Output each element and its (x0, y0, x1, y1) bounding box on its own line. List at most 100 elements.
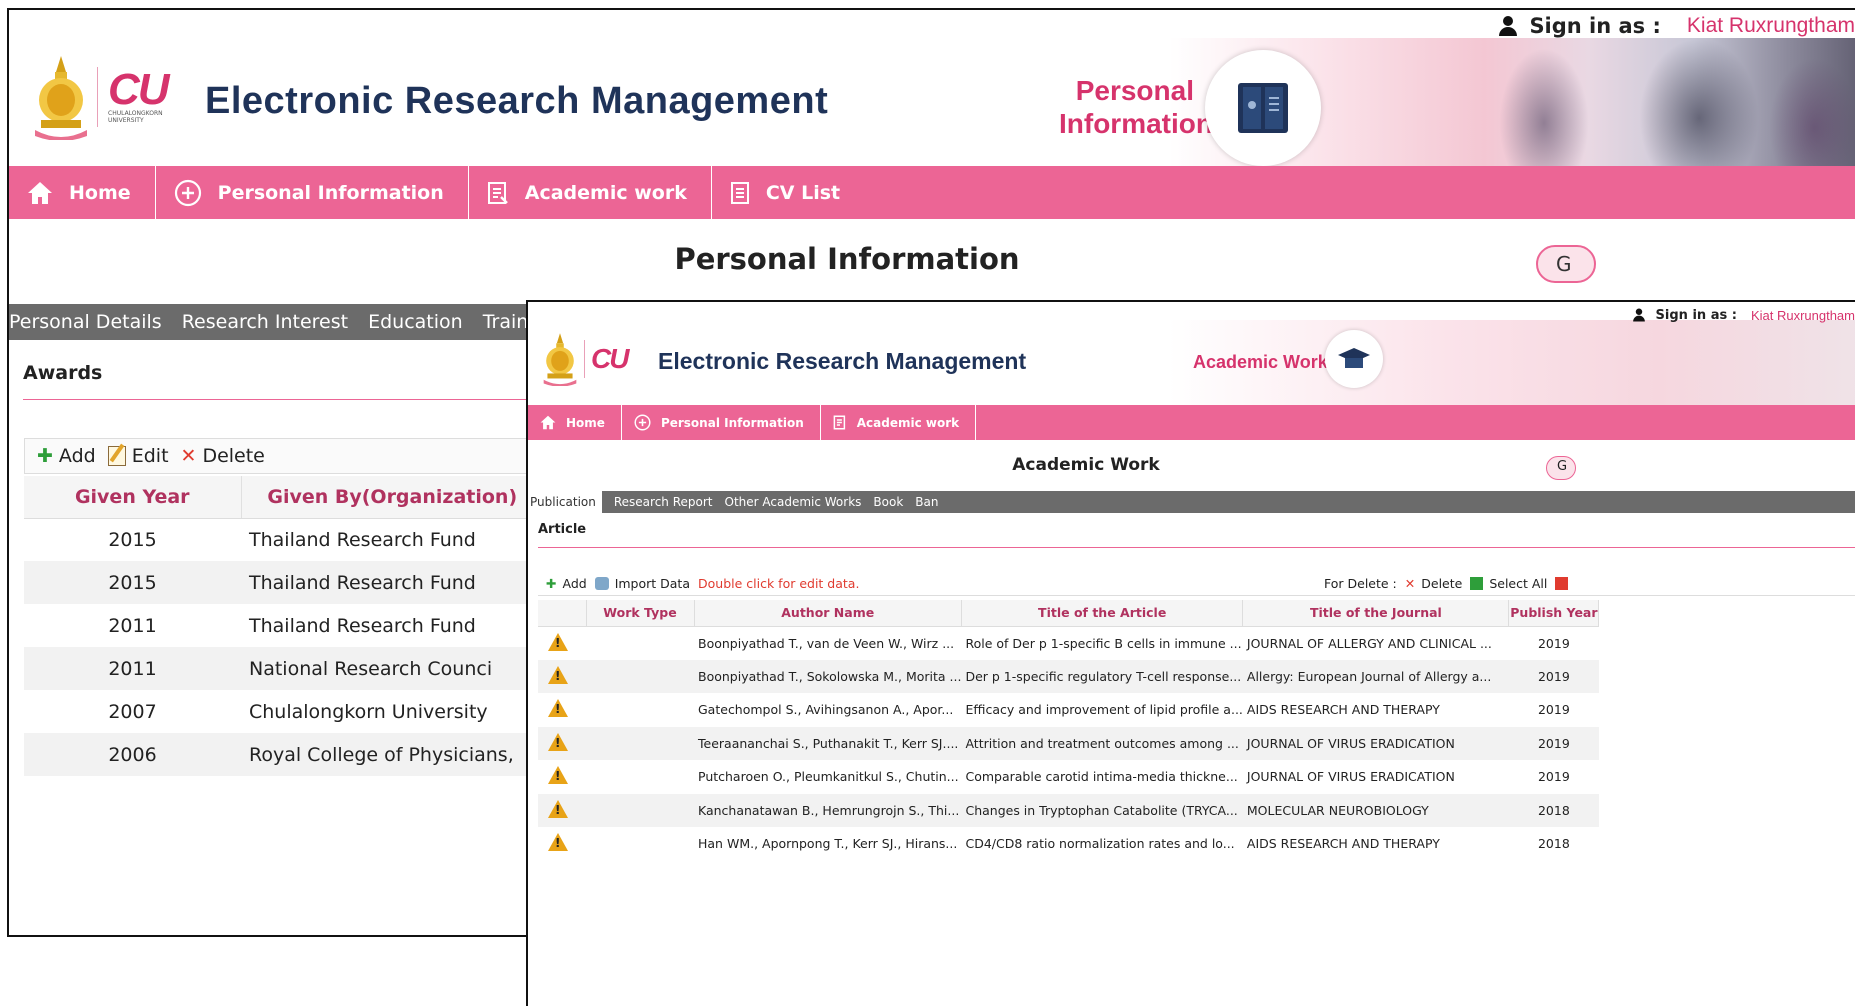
table-row[interactable]: 2006 Royal College of Physicians, (24, 733, 544, 776)
cell-journal: AIDS RESEARCH AND THERAPY (1246, 836, 1440, 852)
column-header-article-title[interactable]: Title of the Article (961, 600, 1244, 627)
cell-journal: MOLECULAR NEUROBIOLOGY (1242, 793, 1509, 827)
add-button[interactable]: ✚ Add (546, 576, 587, 591)
cell-year: 2006 (24, 733, 241, 776)
cell-organization: Thailand Research Fund (249, 528, 476, 551)
warning-icon (548, 632, 568, 651)
university-logo[interactable]: CU (542, 332, 629, 386)
app-title: Electronic Research Management (658, 348, 1027, 374)
tab-publication[interactable]: Publication (528, 491, 602, 513)
cu-logo-text: CU (591, 343, 629, 374)
nav-academic-work[interactable]: Academic work (469, 166, 712, 219)
warning-icon (548, 833, 568, 852)
cell-year: 2019 (1508, 659, 1599, 693)
warning-icon (548, 799, 568, 818)
nav-academic-work-label: Academic work (856, 415, 960, 430)
column-header-author-name[interactable]: Author Name (694, 600, 962, 627)
warning-icon (548, 766, 568, 785)
articles-table: Work Type Author Name Title of the Artic… (538, 600, 1600, 861)
cell-year: 2015 (108, 528, 157, 551)
table-row[interactable]: Kanchanatawan B., Hemrungrojn S., Thi...… (538, 793, 1599, 827)
nav-home[interactable]: Home (528, 405, 622, 440)
home-icon (28, 181, 52, 204)
column-header-publish-year[interactable]: Publish Year (1508, 600, 1600, 627)
document-icon (487, 181, 508, 204)
cell-work-type (586, 693, 694, 727)
cell-year: 2019 (1537, 769, 1570, 785)
table-row[interactable]: 2015 Thailand Research Fund (24, 518, 544, 561)
column-header-work-type[interactable]: Work Type (586, 600, 695, 627)
banner-label-line2: Information (1059, 108, 1213, 139)
cell-journal: JOURNAL OF VIRUS ERADICATION (1242, 726, 1509, 760)
tab-research-interest[interactable]: Research Interest (182, 311, 348, 333)
table-row[interactable]: Teeraananchai S., Puthanakit T., Kerr SJ… (538, 726, 1599, 760)
table-row[interactable]: Boonpiyathad T., Sokolowska M., Morita .… (538, 659, 1599, 693)
status-cell (538, 693, 586, 727)
university-name: CHULALONGKORN UNIVERSITY (108, 110, 163, 124)
section-title: Article (538, 522, 587, 537)
cell-organization: Thailand Research Fund (241, 561, 544, 604)
import-label: Import Data (614, 576, 690, 591)
tab-education[interactable]: Education (368, 311, 463, 333)
table-row[interactable]: 2011 Thailand Research Fund (24, 604, 544, 647)
nav-academic-work[interactable]: Academic work (821, 405, 977, 440)
tab-book[interactable]: Book (873, 495, 903, 509)
main-nav: Home Personal Information Academic work … (9, 166, 1855, 219)
crest-icon (543, 333, 577, 386)
delete-button[interactable]: ✕ Delete (1405, 576, 1463, 591)
sign-in-info: Sign in as : Kiat Ruxrungtham (1499, 14, 1855, 38)
g-button[interactable]: G (1546, 456, 1576, 480)
unselect-icon[interactable] (1555, 577, 1569, 590)
status-cell (538, 760, 586, 794)
nav-home[interactable]: Home (9, 166, 156, 219)
tab-personal-details[interactable]: Personal Details (9, 311, 162, 333)
cu-logo-text: CU (108, 65, 170, 114)
signed-in-user[interactable]: Kiat Ruxrungtham (1687, 14, 1855, 38)
table-row[interactable]: 2007 Chulalongkorn University (24, 690, 544, 733)
tab-ban[interactable]: Ban (915, 495, 938, 509)
university-logo[interactable]: CU CHULALONGKORN UNIVERSITY (33, 54, 170, 140)
delete-label: Delete (202, 445, 265, 467)
cell-work-type (586, 827, 694, 861)
table-row[interactable]: Putcharoen O., Pleumkanitkul S., Chutin.… (538, 760, 1599, 794)
section-title: Awards (23, 362, 103, 384)
tab-other-academic-works[interactable]: Other Academic Works (725, 495, 862, 509)
close-icon: ✕ (180, 445, 197, 467)
import-data-button[interactable]: Import Data (594, 576, 690, 591)
banner-label-line1: Personal (1075, 75, 1194, 106)
g-button[interactable]: G (1536, 245, 1596, 283)
status-cell (538, 659, 586, 693)
signed-in-user[interactable]: Kiat Ruxrungtham (1751, 308, 1855, 323)
column-header-given-year[interactable]: Given Year (24, 476, 242, 519)
delete-button[interactable]: ✕ Delete (181, 445, 265, 467)
column-header-given-by[interactable]: Given By(Organization) (241, 476, 544, 519)
checkbox-icon (1470, 577, 1484, 590)
table-row[interactable]: Boonpiyathad T., van de Veen W., Wirz ..… (538, 626, 1599, 660)
tab-research-report[interactable]: Research Report (614, 495, 713, 509)
awards-table: Given Year Given By(Organization) 2015 Th… (24, 476, 544, 776)
cell-author: Kanchanatawan B., Hemrungrojn S., Thi... (694, 793, 962, 827)
edit-icon (107, 446, 126, 466)
select-all-button[interactable]: Select All (1470, 576, 1547, 591)
nav-cv-list[interactable]: CV List (712, 166, 864, 219)
table-row[interactable]: 2011 National Research Counci (24, 647, 544, 690)
table-row[interactable]: Han WM., Apornpong T., Kerr SJ., Hirans.… (538, 827, 1599, 861)
section-divider (538, 547, 1855, 548)
section-divider (23, 399, 533, 400)
app-title: Electronic Research Management (205, 80, 829, 122)
table-row[interactable]: 2015 Thailand Research Fund (24, 561, 544, 604)
nav-personal-information[interactable]: Personal Information (622, 405, 821, 440)
cell-year: 2018 (1508, 793, 1599, 827)
edit-hint: Double click for edit data. (698, 576, 860, 591)
add-button[interactable]: ✚ Add (37, 445, 96, 467)
awards-toolbar: ✚ Add Edit ✕ Delete (24, 438, 544, 474)
plus-icon: ✚ (37, 445, 53, 467)
cell-journal: JOURNAL OF ALLERGY AND CLINICAL ... (1246, 635, 1492, 651)
column-header-journal-title[interactable]: Title of the Journal (1242, 600, 1510, 627)
cell-author: Boonpiyathad T., van de Veen W., Wirz ..… (698, 635, 955, 651)
nav-personal-information[interactable]: Personal Information (156, 166, 469, 219)
page-title: Academic Work (1012, 455, 1160, 475)
nav-cv-list-label: CV List (765, 181, 841, 204)
edit-button[interactable]: Edit (107, 445, 169, 467)
table-row[interactable]: Gatechompol S., Avihingsanon A., Apor...… (538, 693, 1599, 727)
